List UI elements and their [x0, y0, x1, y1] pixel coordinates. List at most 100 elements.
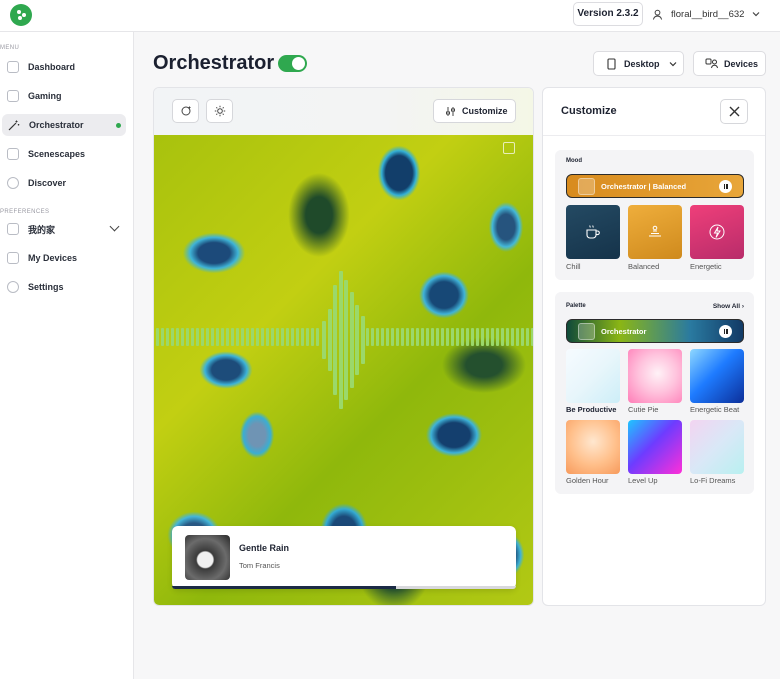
waveform-bar — [338, 271, 343, 409]
waveform-bar — [211, 328, 214, 346]
page-title: Orchestrator — [153, 52, 275, 74]
chevron-down-icon[interactable] — [109, 221, 120, 232]
waveform-bar — [366, 328, 369, 346]
customize-panel: Customize Mood Orchestrator | Balanced C… — [542, 87, 766, 606]
brightness-button[interactable] — [206, 99, 233, 123]
waveform-bar — [311, 328, 314, 346]
waveform-bar — [516, 328, 519, 346]
waveform-bar — [360, 316, 365, 364]
waveform-bar — [251, 328, 254, 346]
discover-icon — [7, 177, 19, 189]
sidebar: MENU Dashboard Gaming Orchestrator Scene… — [0, 32, 134, 679]
waveform-bar — [266, 328, 269, 346]
effect-button[interactable] — [172, 99, 199, 123]
waveform-bar — [296, 328, 299, 346]
waveform-bar — [416, 328, 419, 346]
effect-icon — [181, 106, 191, 116]
palette-tile-cutie-pie[interactable] — [628, 349, 682, 403]
palette-tile-level-up[interactable] — [628, 420, 682, 474]
waveform-bar — [201, 328, 204, 346]
desktop-label: Desktop — [624, 58, 660, 69]
mood-tile-chill[interactable] — [566, 205, 620, 259]
now-playing-card[interactable]: Gentle Rain Tom Francis — [172, 526, 516, 589]
waveform-bar — [426, 328, 429, 346]
waveform-bar — [406, 328, 409, 346]
palette-label: Palette — [566, 303, 586, 309]
waveform-bar — [181, 328, 184, 346]
sidebar-item-dashboard[interactable]: Dashboard — [2, 56, 126, 78]
customize-button[interactable]: Customize — [433, 99, 516, 123]
waveform-bar — [371, 328, 374, 346]
waveform-bar — [156, 328, 159, 346]
show-all-link[interactable]: Show All › — [713, 303, 744, 310]
waveform-bar — [481, 328, 484, 346]
home-icon — [7, 223, 19, 235]
palette-selected-bar[interactable]: Orchestrator — [566, 319, 744, 343]
magic-wand-icon — [578, 322, 595, 340]
waveform-bar — [196, 328, 199, 346]
palette-tile-label: Level Up — [628, 476, 658, 485]
gaming-icon — [7, 90, 19, 102]
close-icon — [729, 106, 740, 117]
palette-tile-label: Be Productive — [566, 405, 617, 414]
palette-tile-energetic-beat[interactable] — [690, 349, 744, 403]
close-button[interactable] — [720, 99, 748, 124]
version-button[interactable]: Version 2.3.2 — [573, 2, 643, 26]
waveform-bar — [386, 328, 389, 346]
sidebar-item-label: My Devices — [28, 253, 78, 263]
palette-tile-golden-hour[interactable] — [566, 420, 620, 474]
orchestrator-toggle[interactable] — [278, 55, 307, 72]
palette-tile-be-productive[interactable] — [566, 349, 620, 403]
track-progress[interactable] — [172, 586, 516, 589]
waveform-bar — [521, 328, 524, 346]
waveform-bar — [176, 328, 179, 346]
waveform-bar — [476, 328, 479, 346]
devices-icon — [705, 58, 718, 69]
customize-label: Customize — [462, 106, 508, 116]
sidebar-item-gaming[interactable]: Gaming — [2, 85, 126, 107]
sidebar-item-scenescapes[interactable]: Scenescapes — [2, 143, 126, 165]
sidebar-item-my-devices[interactable]: My Devices — [2, 247, 126, 269]
waveform-bar — [471, 328, 474, 346]
palette-tile-lo-fi-dreams[interactable] — [690, 420, 744, 474]
waveform-bar — [261, 328, 264, 346]
preferences-section-label: PREFERENCES — [0, 209, 50, 215]
pause-icon[interactable] — [719, 325, 732, 338]
mood-section: Mood Orchestrator | Balanced Chill Balan… — [555, 150, 754, 280]
waveform-bar — [166, 328, 169, 346]
mood-tile-label: Energetic — [690, 262, 722, 271]
audio-waveform-peak — [322, 271, 366, 409]
waveform-bar — [316, 328, 319, 346]
scenescapes-icon — [7, 148, 19, 160]
waveform-bar — [446, 328, 449, 346]
desktop-dropdown[interactable]: Desktop — [593, 51, 684, 76]
waveform-bar — [511, 328, 514, 346]
mood-selected-label: Orchestrator | Balanced — [601, 181, 687, 191]
waveform-bar — [441, 328, 444, 346]
menu-section-label: MENU — [0, 45, 20, 51]
app-logo[interactable] — [10, 4, 32, 26]
waveform-bar — [301, 328, 304, 346]
sidebar-item-home[interactable]: 我的家 — [2, 218, 126, 240]
waveform-bar — [291, 328, 294, 346]
pause-icon[interactable] — [719, 180, 732, 193]
sidebar-item-settings[interactable]: Settings — [2, 276, 126, 298]
waveform-bar — [221, 328, 224, 346]
coffee-icon — [586, 225, 600, 239]
waveform-bar — [421, 328, 424, 346]
sidebar-item-label: Orchestrator — [29, 120, 84, 130]
devices-label: Devices — [724, 58, 759, 69]
balance-icon — [649, 225, 661, 237]
sidebar-item-orchestrator[interactable]: Orchestrator — [2, 114, 126, 136]
mood-tile-balanced[interactable] — [628, 205, 682, 259]
mood-selected-bar[interactable]: Orchestrator | Balanced — [566, 174, 744, 198]
mood-tile-energetic[interactable] — [690, 205, 744, 259]
waveform-bar — [191, 328, 194, 346]
devices-button[interactable]: Devices — [693, 51, 766, 76]
chevron-down-icon — [752, 12, 760, 17]
sidebar-item-discover[interactable]: Discover — [2, 172, 126, 194]
sidebar-item-label: Settings — [28, 282, 64, 292]
waveform-bar — [286, 328, 289, 346]
user-menu[interactable]: floral__bird__632 — [652, 6, 760, 22]
fullscreen-icon[interactable] — [503, 142, 515, 154]
